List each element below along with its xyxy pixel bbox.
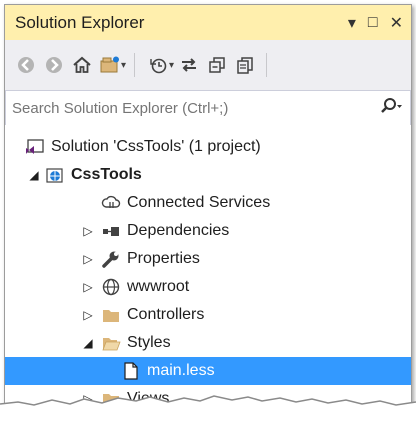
toolbar-separator-2 (266, 53, 268, 77)
solution-explorer-panel: Solution Explorer ▾ □ ✕ ▾ ▾ Search Solut… (4, 4, 412, 426)
file-icon (121, 362, 141, 380)
tree-item-connected-services[interactable]: Connected Services (5, 189, 411, 217)
close-icon[interactable]: ✕ (390, 13, 403, 33)
folder-icon (101, 306, 121, 324)
dropdown-icon[interactable]: ▾ (348, 13, 356, 33)
switch-views-icon[interactable] (97, 52, 123, 78)
search-box[interactable] (5, 90, 411, 126)
search-icon[interactable] (378, 97, 404, 120)
collapse-all-icon[interactable] (204, 52, 230, 78)
pending-changes-dropdown-icon[interactable]: ▾ (169, 60, 174, 71)
search-input[interactable] (12, 99, 362, 117)
sync-icon[interactable] (176, 52, 202, 78)
expanded-arrow-icon[interactable]: ◢ (27, 168, 41, 182)
collapsed-arrow-icon[interactable]: ▷ (81, 308, 95, 322)
expanded-arrow-icon[interactable]: ◢ (81, 336, 95, 350)
tree-item-label: Properties (127, 250, 200, 267)
tree-item-label: Styles (127, 334, 171, 351)
home-icon[interactable] (69, 52, 95, 78)
globe-icon (101, 278, 121, 296)
tree-item-dependencies[interactable]: ▷ Dependencies (5, 217, 411, 245)
tree-item-solution[interactable]: Solution 'CssTools' (1 project) (5, 133, 411, 161)
title-bar[interactable]: Solution Explorer ▾ □ ✕ (5, 5, 411, 40)
tree-item-properties[interactable]: ▷ Properties (5, 245, 411, 273)
wrench-icon (101, 250, 121, 268)
tree-item-label: Dependencies (127, 222, 230, 239)
solution-tree: Solution 'CssTools' (1 project) ◢ CssToo… (5, 125, 411, 425)
back-icon[interactable] (13, 52, 39, 78)
dependencies-icon (101, 222, 121, 240)
open-folder-icon (101, 334, 121, 352)
maximize-icon[interactable]: □ (368, 14, 378, 32)
collapsed-arrow-icon[interactable]: ▷ (81, 280, 95, 294)
tree-item-wwwroot[interactable]: ▷ wwwroot (5, 273, 411, 301)
tree-item-label: Solution 'CssTools' (1 project) (51, 138, 261, 155)
collapsed-arrow-icon[interactable]: ▷ (81, 252, 95, 266)
toolbar: ▾ ▾ (5, 40, 411, 90)
collapsed-arrow-icon[interactable]: ▷ (81, 224, 95, 238)
tree-item-label: main.less (147, 362, 215, 379)
pending-changes-icon[interactable] (145, 52, 171, 78)
forward-icon[interactable] (41, 52, 67, 78)
tree-item-label: CssTools (71, 166, 142, 183)
web-project-icon (45, 166, 65, 184)
tree-item-main-less[interactable]: main.less (5, 357, 411, 385)
tree-item-label: wwwroot (127, 278, 190, 295)
tree-item-label: Controllers (127, 306, 205, 323)
torn-edge-decoration (0, 395, 416, 432)
tree-item-project[interactable]: ◢ CssTools (5, 161, 411, 189)
connected-services-icon (101, 194, 121, 212)
solution-icon (25, 138, 45, 156)
switch-views-dropdown-icon[interactable]: ▾ (121, 60, 126, 71)
tree-item-label: Connected Services (127, 194, 271, 211)
show-all-files-icon[interactable] (232, 52, 258, 78)
panel-title: Solution Explorer (15, 12, 145, 32)
toolbar-separator (134, 53, 136, 77)
tree-item-styles[interactable]: ◢ Styles (5, 329, 411, 357)
tree-item-controllers[interactable]: ▷ Controllers (5, 301, 411, 329)
